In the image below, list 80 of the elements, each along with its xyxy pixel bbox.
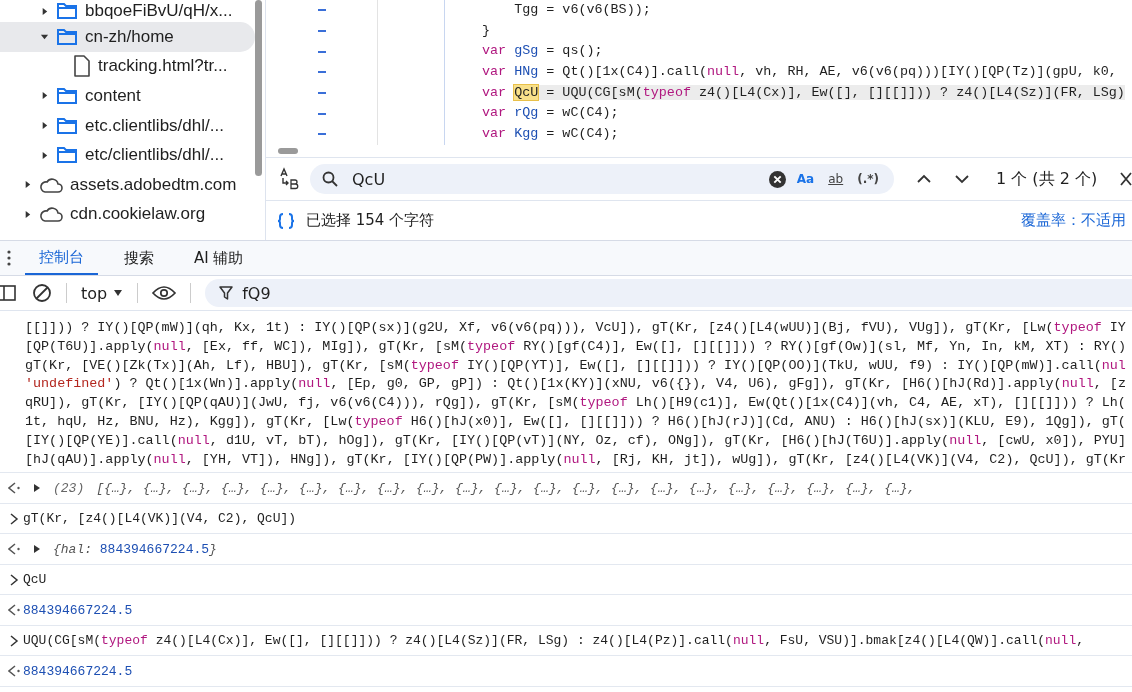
console-text: [[]])) ? IY()[QP(mW)](qh, Kx, 1t) : IY()[QP(sx)](g2U, Xf, v6(v6(pq))), VcU]), gT(Kr, [z4()[L4(wUU)](Bj, fVU), VUg]), gT(Kr, [Lw(typeof IY bbox=[25, 319, 1127, 337]
console-result-text: {hal: 884394667224.5} bbox=[53, 541, 217, 557]
filter-icon bbox=[219, 286, 234, 300]
search-field[interactable]: QcU Aa ab (.*) bbox=[310, 164, 894, 194]
console-command-text: UQU(CG[sM(typeof z4()[L4(Cx)], Ew([], [][[]])) ? z4()[L4(Sz)](FR, LSg) : z4()[L4(Pz)].call(null, FsU, VSU)].bmak[z4()[L4(QW)].call(null, bbox=[23, 633, 1085, 649]
coverage-link[interactable]: 覆盖率：不适用 bbox=[1021, 211, 1126, 230]
cloud-icon bbox=[39, 175, 63, 194]
sidebar-toggle-icon[interactable] bbox=[0, 284, 18, 302]
more-options-icon[interactable] bbox=[7, 250, 11, 266]
drawer-tab[interactable]: AI 辅助 bbox=[180, 241, 258, 275]
coverage-marker bbox=[318, 71, 326, 74]
filter-field[interactable]: fQ9 bbox=[205, 279, 1132, 307]
eye-icon[interactable] bbox=[152, 285, 177, 301]
clear-icon[interactable] bbox=[768, 170, 786, 188]
match-count: 1 个 (共 2 个) bbox=[996, 168, 1098, 190]
tree-item[interactable]: tracking.html?tr... bbox=[0, 51, 255, 82]
coverage-marker bbox=[318, 50, 326, 53]
folder-icon bbox=[56, 27, 78, 46]
clear-console-icon[interactable] bbox=[32, 283, 52, 303]
selection-info: 已选择 154 个字符 bbox=[306, 211, 435, 230]
coverage-marker bbox=[318, 112, 326, 115]
tree-item[interactable]: assets.adobedtm.com bbox=[0, 169, 255, 200]
coverage-marker bbox=[318, 92, 326, 95]
coverage-marker bbox=[318, 9, 326, 12]
code-line: var rQg = wC(C4); bbox=[482, 104, 620, 123]
drawer-tab[interactable]: 搜索 bbox=[110, 241, 168, 275]
console-result-text: 884394667224.5 bbox=[23, 663, 133, 679]
code-line: var HNg = Qt()[1x(C4)].call(null, vh, RH, AE, v6(v6(pq)))[IY()[QP(Tz)](gpU, k0, bbox=[482, 63, 1118, 82]
pretty-print-icon[interactable] bbox=[276, 211, 296, 230]
console-text: 'undefined') ? Qt()[1x(Wn)].apply(null, [Ep, g0, GP, gP]) : Qt()[1x(KY)](xNU, v6({}), V4, U6), gFg]), gT(Kr, [H6()[hJ(Rd)].apply(null, [z bbox=[25, 375, 1127, 394]
console-text: [IY()[QP(YE)].call(null, d1U, vT, bT), hOg]), gT(Kr, [IY()[QP(vT)](NY, Oz, cf), ONg]), gT(Kr, [H6()[hJ(T6U)].apply(null, [cwU, x0]), PYU] bbox=[25, 431, 1127, 450]
search-option-toggle[interactable]: (.*) bbox=[854, 172, 882, 186]
output-prompt-icon bbox=[8, 482, 20, 495]
code-line: var Kgg = wC(C4); bbox=[482, 125, 620, 144]
tree-item[interactable]: bbqoeFiBvU/qH/x... bbox=[0, 0, 255, 22]
console-command-text: gT(Kr, [z4()[L4(VK)](V4, C2), QcU]) bbox=[23, 511, 297, 527]
console-text: [QP(T6U)].apply(null, [Ex, ff, WC]), MIg]), gT(Kr, [sM(typeof RY()[gf(C4)], Ew([], [][[]])) ? RY()[gf(Ow)](sl, Mf, Yn, In, kM, XT) : RY() bbox=[25, 337, 1127, 356]
collapse-arrow-icon[interactable] bbox=[39, 32, 49, 42]
output-prompt-icon bbox=[8, 665, 20, 678]
input-prompt-icon bbox=[8, 573, 20, 586]
folder-icon bbox=[56, 2, 78, 20]
console-result-text: 884394667224.5 bbox=[23, 602, 133, 618]
scrollbar-thumb[interactable] bbox=[278, 148, 298, 154]
output-prompt-icon bbox=[8, 604, 20, 617]
console-text: gT(Kr, [VE()[Zk(Tx)](Ah, Lf), HBU]), gT(Kr, [sM(typeof IY()[QP(YT)], Ew([], [][[]])) ? IY()[QP(OO)](TkU, wUU, f9) : IY()[QP(mW)].call(nul bbox=[25, 356, 1127, 375]
input-prompt-icon bbox=[8, 512, 20, 525]
file-icon bbox=[73, 55, 91, 78]
search-icon bbox=[322, 171, 338, 187]
replace-toggle-icon[interactable] bbox=[278, 167, 300, 191]
tree-item[interactable]: etc.clientlibs/dhl/... bbox=[0, 110, 255, 141]
search-option-toggle[interactable]: ab bbox=[825, 172, 847, 186]
expand-arrow-icon[interactable] bbox=[33, 544, 41, 555]
folder-icon bbox=[56, 87, 78, 105]
code-line: } bbox=[482, 21, 492, 40]
coverage-marker bbox=[318, 30, 326, 33]
code-line: var QcU = UQU(CG[sM(typeof z4()[L4(Cx)], Ew([], [][[]])) ? z4()[L4(Sz)](FR, LSg) bbox=[482, 83, 1126, 102]
folder-icon bbox=[56, 146, 78, 165]
caret-icon bbox=[113, 289, 124, 297]
code-line: var gSg = qs(); bbox=[482, 42, 604, 61]
output-prompt-icon bbox=[8, 543, 20, 556]
coverage-marker bbox=[318, 133, 326, 136]
scrollbar-thumb[interactable] bbox=[255, 0, 262, 176]
drawer-tab[interactable]: 控制台 bbox=[25, 241, 98, 275]
expand-arrow-icon[interactable] bbox=[33, 483, 41, 494]
cloud-icon bbox=[39, 205, 63, 224]
search-option-toggle[interactable]: Aa bbox=[793, 172, 818, 186]
console-command-text: QcU bbox=[23, 572, 47, 588]
input-prompt-icon bbox=[8, 634, 20, 647]
close-icon[interactable] bbox=[1120, 172, 1132, 186]
console-text: [hJ(qAU)].apply(null, [YH, VT]), HNg]), gT(Kr, [IY()[QP(PW)].apply(null, [Rj, KH, jt]), wUg]), gT(Kr, [z4()[L4(VK)](V4, C2), QcU]), gT(Kr bbox=[25, 450, 1127, 469]
console-text: 1t, hqU, Hz, BNU, Hz), Kgg]), gT(Kr, [Lw(typeof H6()[hJ(x0)], Ew([], [][[]])) ? H6()[hJ(rJ)](Cd, ANU) : H6()[hJ(sx)](KLU, E9), 1Qg]), gT( bbox=[25, 413, 1127, 431]
tree-item[interactable]: content bbox=[0, 81, 255, 111]
tree-item[interactable]: cdn.cookielaw.org bbox=[0, 199, 255, 230]
code-line: Tgg = v6(v6(BS)); bbox=[513, 1, 652, 19]
tree-item[interactable]: cn-zh/home bbox=[0, 22, 255, 52]
tree-item[interactable]: etc/clientlibs/dhl/... bbox=[0, 140, 255, 170]
console-text: qRU]), gT(Kr, [IY()[QP(qAU)](JwU, fj, v6(v6(C4))), rQg]), gT(Kr, [sM(typeof Lh()[H9(c1)], Ew(Qt()[1x(C4)](vh, C4, AE, xT), [][[]])) ? Lh( bbox=[25, 394, 1127, 413]
console-result-text: (23) [{…}, {…}, {…}, {…}, {…}, {…}, {…}, {…}, {…}, {…}, {…}, {…}, {…}, {…}, {…}, {…}, {…}, {…}, {…}, {…}, {…}, bbox=[53, 480, 916, 496]
folder-icon bbox=[56, 116, 78, 135]
context-dropdown[interactable]: top bbox=[81, 283, 124, 303]
